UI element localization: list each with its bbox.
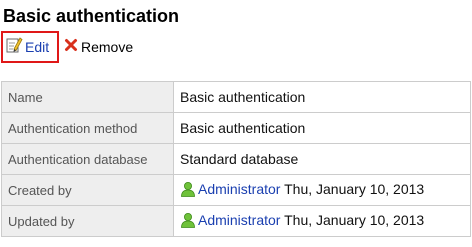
authentication-method-value: Basic authentication	[173, 112, 471, 144]
authentication-database-value: Standard database	[173, 143, 471, 175]
name-value: Basic authentication	[173, 81, 471, 113]
created-by-value: Administrator Thu, January 10, 2013	[173, 174, 471, 206]
updated-by-user-link[interactable]: Administrator	[198, 212, 280, 228]
details-row-updated: Updated by Administrator Thu, January 10…	[1, 205, 471, 237]
user-icon	[180, 181, 196, 200]
remove-button[interactable]: Remove	[64, 38, 133, 57]
details-row-database: Authentication database Standard databas…	[1, 143, 471, 175]
created-by-user-link[interactable]: Administrator	[198, 181, 280, 197]
details-row-method: Authentication method Basic authenticati…	[1, 112, 471, 144]
created-by-label: Created by	[1, 174, 174, 206]
created-date: Thu, January 10, 2013	[284, 180, 425, 197]
updated-by-label: Updated by	[1, 205, 174, 237]
edit-button[interactable]: Edit	[1, 31, 59, 63]
user-icon	[180, 212, 196, 231]
remove-x-icon	[64, 38, 78, 57]
details-row-created: Created by Administrator Thu, January 10…	[1, 174, 471, 206]
updated-by-value: Administrator Thu, January 10, 2013	[173, 205, 471, 237]
authentication-method-label: Authentication method	[1, 112, 174, 144]
updated-date: Thu, January 10, 2013	[284, 211, 425, 228]
details-row-name: Name Basic authentication	[1, 81, 471, 113]
page-title: Basic authentication	[3, 6, 180, 26]
remove-label: Remove	[81, 39, 134, 55]
details-table: Name Basic authentication Authentication…	[1, 81, 471, 237]
edit-label: Edit	[25, 39, 50, 55]
edit-pencil-icon	[5, 36, 23, 59]
authentication-database-label: Authentication database	[1, 143, 174, 175]
toolbar: Edit Remove	[1, 31, 133, 63]
name-label: Name	[1, 81, 174, 113]
